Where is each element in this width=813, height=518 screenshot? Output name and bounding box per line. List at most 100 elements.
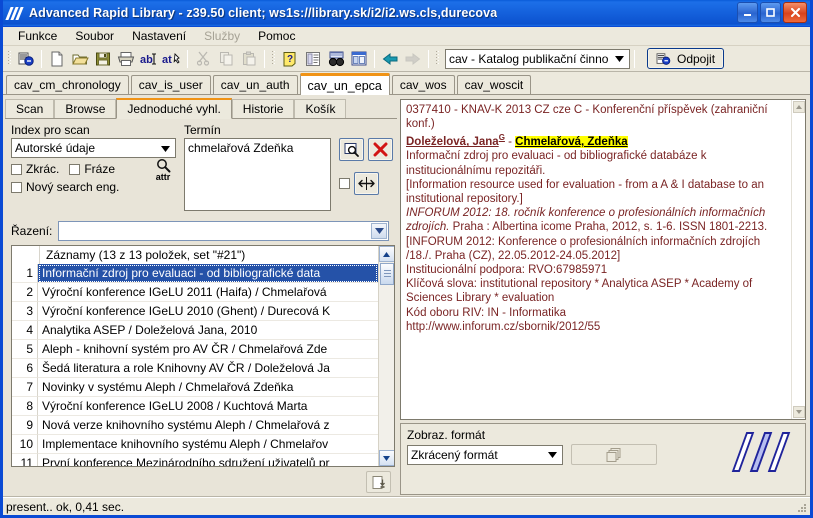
chevron-down-icon[interactable] [612, 51, 627, 67]
record-support: Institucionální podpora: RVO:67985971 [406, 264, 608, 277]
row-title: Informační zdroj pro evaluaci - od bibli… [38, 264, 378, 283]
display-format-select[interactable]: Zkrácený formát [407, 444, 563, 465]
open-folder-icon[interactable] [69, 48, 91, 70]
record-url[interactable]: http://www.inforum.cz/sbornik/2012/55 [406, 320, 787, 334]
scroll-up-icon[interactable] [378, 246, 394, 262]
menu-soubor[interactable]: Soubor [66, 28, 123, 44]
minimize-button[interactable] [737, 2, 758, 23]
abi-text-icon[interactable]: ab [138, 48, 160, 70]
table-row[interactable]: 2 Výroční konference IGeLU 2011 (Haifa) … [12, 283, 378, 302]
search-button[interactable] [339, 138, 364, 161]
tab-historie[interactable]: Historie [231, 99, 295, 118]
close-button[interactable] [783, 2, 807, 23]
scroll-up-icon[interactable] [793, 101, 805, 113]
connect-icon[interactable] [15, 48, 37, 70]
menu-funkce[interactable]: Funkce [9, 28, 66, 44]
row-title: Analytika ASEP / Doleželová Jana, 2010 [38, 321, 378, 340]
menu-pomoc[interactable]: Pomoc [249, 28, 304, 44]
disconnect-icon [656, 52, 672, 66]
table-row[interactable]: 3 Výroční konference IGeLU 2010 (Ghent) … [12, 302, 378, 321]
row-number: 2 [12, 283, 38, 302]
scroll-down-icon[interactable] [378, 450, 394, 466]
svg-text:ab: ab [140, 54, 153, 66]
record-line-id: 0377410 - KNAV-K 2013 CZ cze C - Konfere… [406, 104, 768, 131]
find-binoculars-icon[interactable] [325, 48, 347, 70]
scrollbar-thumb[interactable] [379, 263, 394, 285]
window-controls [737, 2, 807, 23]
att-text-icon[interactable]: at [161, 48, 183, 70]
table-row[interactable]: 5 Aleph - knihovní systém pro AV ČR / Ch… [12, 340, 378, 359]
results-list[interactable]: Záznamy (13 z 13 položek, set "#21") 1 I… [11, 245, 395, 467]
row-title: Výroční konference IGeLU 2008 / Kuchtová… [38, 397, 378, 416]
table-row[interactable]: 6 Šedá literatura a role Knihovny AV ČR … [12, 359, 378, 378]
row-number: 7 [12, 378, 38, 397]
disconnect-label: Odpojit [677, 51, 716, 66]
toolbar-grip-2[interactable] [271, 49, 276, 68]
save-to-disk-button[interactable] [366, 471, 391, 493]
toolbar-grip[interactable] [7, 49, 12, 68]
row-title: První konference Mezinárodního sdružení … [38, 454, 378, 466]
row-title: Výroční konference IGeLU 2010 (Ghent) / … [38, 302, 378, 321]
record-detail-wrapper: 0377410 - KNAV-K 2013 CZ cze C - Konfere… [400, 97, 808, 420]
copy-records-button[interactable] [571, 444, 657, 465]
toolbar-grip-3[interactable] [435, 49, 440, 68]
window-layout-icon[interactable] [348, 48, 370, 70]
checkbox-fraze[interactable] [69, 163, 81, 175]
title-bar: Advanced Rapid Library - z39.50 client; … [3, 0, 810, 26]
results-header: Záznamy (13 z 13 položek, set "#21") [12, 246, 378, 264]
checkbox-zkrac[interactable] [11, 163, 22, 175]
disconnect-button[interactable]: Odpojit [647, 48, 725, 69]
print-icon[interactable] [115, 48, 137, 70]
row-number: 5 [12, 340, 38, 359]
chevron-down-icon[interactable] [545, 448, 560, 463]
index-select[interactable]: Autorské údaje [11, 138, 176, 158]
table-row[interactable]: 10 Implementace knihovního systému Aleph… [12, 435, 378, 454]
tab-kosik[interactable]: Košík [294, 99, 347, 118]
db-tab-cav-un-epca[interactable]: cav_un_epca [299, 73, 390, 95]
record-view-icon[interactable] [302, 48, 324, 70]
maximize-button[interactable] [760, 2, 781, 23]
attributes-button[interactable]: attr [150, 158, 176, 182]
db-tab-cav-cm-chronology[interactable]: cav_cm_chronology [6, 75, 129, 94]
chevron-down-icon[interactable] [158, 141, 173, 156]
row-number: 10 [12, 435, 38, 454]
term-input[interactable]: chmelařová Zdeňka [184, 138, 331, 211]
checkbox-expand[interactable] [339, 178, 350, 189]
sort-select[interactable] [58, 221, 389, 241]
tab-scan[interactable]: Scan [5, 99, 55, 118]
results-scrollbar[interactable] [378, 246, 394, 466]
magnifier-icon [156, 158, 171, 173]
db-tab-cav-wos[interactable]: cav_wos [391, 75, 455, 94]
table-row[interactable]: 9 Nová verze knihovního systému Aleph / … [12, 416, 378, 435]
table-row[interactable]: 8 Výroční konference IGeLU 2008 / Kuchto… [12, 397, 378, 416]
help-question-icon[interactable]: ? [279, 48, 301, 70]
table-row[interactable]: 4 Analytika ASEP / Doleželová Jana, 2010 [12, 321, 378, 340]
table-row[interactable]: 11 První konference Mezinárodního sdruže… [12, 454, 378, 466]
record-scrollbar[interactable] [791, 100, 805, 419]
back-arrow-icon[interactable] [379, 48, 401, 70]
table-row[interactable]: 1 Informační zdroj pro evaluaci - od bib… [12, 264, 378, 283]
scroll-down-icon[interactable] [793, 406, 805, 418]
table-row[interactable]: 7 Novinky v systému Aleph / Chmelařová Z… [12, 378, 378, 397]
record-detail[interactable]: 0377410 - KNAV-K 2013 CZ cze C - Konfere… [400, 99, 806, 420]
database-select[interactable]: cav - Katalog publikační činno [445, 48, 630, 69]
db-tab-cav-is-user[interactable]: cav_is_user [130, 75, 211, 94]
tab-browse[interactable]: Browse [54, 99, 117, 118]
db-tab-cav-woscit[interactable]: cav_woscit [456, 75, 532, 94]
arl-logo-icon [731, 430, 799, 476]
row-number: 8 [12, 397, 38, 416]
save-disk-icon[interactable] [92, 48, 114, 70]
tab-jednoduche-vyhl[interactable]: Jednoduché vyhl. [116, 98, 232, 119]
chevron-down-icon[interactable] [371, 223, 387, 239]
resize-grip-icon[interactable] [795, 501, 808, 514]
results-footer [5, 467, 395, 497]
row-number: 11 [12, 454, 38, 466]
app-logo-icon [5, 6, 25, 21]
db-tab-cav-un-auth[interactable]: cav_un_auth [212, 75, 298, 94]
resize-horizontal-button[interactable] [354, 172, 379, 195]
menu-nastaveni[interactable]: Nastavení [123, 28, 195, 44]
search-tab-strip: Scan Browse Jednoduché vyhl. Historie Ko… [5, 97, 397, 119]
clear-button[interactable] [368, 138, 393, 161]
checkbox-novy-search-eng[interactable] [11, 181, 22, 193]
new-document-icon[interactable] [46, 48, 68, 70]
